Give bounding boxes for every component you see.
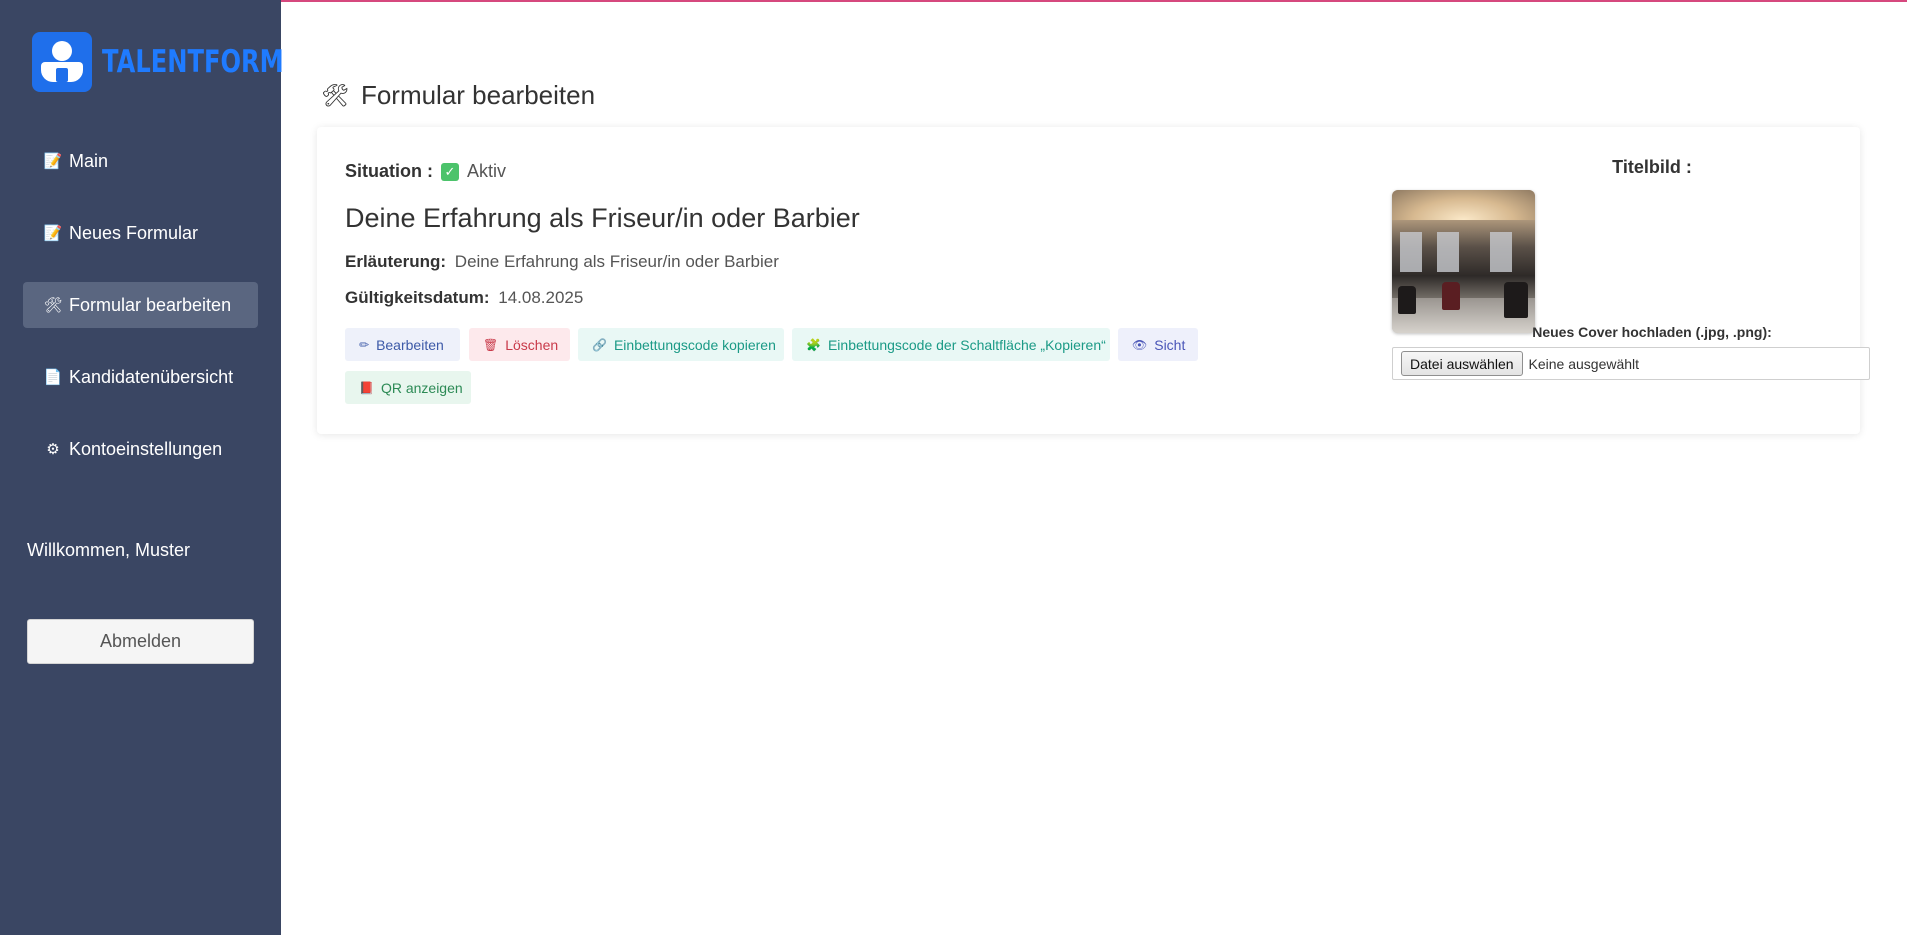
edit-button[interactable]: ✏ Bearbeiten [345,328,460,361]
cover-image [1392,190,1535,333]
sidebar-item-account-settings[interactable]: ⚙ Kontoeinstellungen [23,426,258,472]
page-icon: 📄 [43,369,63,386]
upload-cover-label: Neues Cover hochladen (.jpg, .png): [1532,324,1772,340]
valid-date-row: Gültigkeitsdatum: 14.08.2025 [345,288,583,308]
main-content: 🛠 Formular bearbeiten Situation : ✓ Akti… [281,0,1907,935]
welcome-message: Willkommen, Muster [27,540,191,560]
sidebar: TALENTFORM 📝 Main 📝 Neues Formular 🛠 For… [0,0,284,935]
choose-file-button[interactable]: Datei auswählen [1401,351,1523,376]
sidebar-item-main[interactable]: 📝 Main [23,138,258,184]
copy-button-embed-code-button[interactable]: 🧩 Einbettungscode der Schaltfläche „Kopi… [792,328,1110,361]
page-title-text: Formular bearbeiten [360,80,596,110]
status-label: Situation : [345,161,433,181]
form-title: Deine Erfahrung als Friseur/in oder Barb… [345,203,860,233]
show-qr-button[interactable]: 📕 QR anzeigen [345,371,471,404]
page-title: 🛠 Formular bearbeiten [321,80,595,111]
description-row: Erläuterung: Deine Erfahrung als Friseur… [345,252,779,272]
status-row: Situation : ✓ Aktiv [345,161,506,182]
book-icon: 📕 [359,380,374,395]
sidebar-item-label: Neues Formular [69,222,199,243]
sidebar-item-label: Kandidatenübersicht [69,366,234,387]
logout-button[interactable]: Abmelden [27,619,254,664]
view-button-label: Sicht [1154,336,1186,353]
sidebar-item-new-form[interactable]: 📝 Neues Formular [23,210,258,256]
status-badge: Aktiv [467,161,507,181]
edit-button-label: Bearbeiten [376,336,444,353]
delete-button-label: Löschen [505,336,559,353]
trash-icon: 🗑 [483,337,499,352]
cover-section: Titelbild : Neues Cover hochladen (.jpg,… [1392,157,1872,427]
sidebar-nav: 📝 Main 📝 Neues Formular 🛠 Formular bearb… [23,138,258,498]
puzzle-icon: 🧩 [806,337,821,352]
tools-icon: 🛠 [43,297,63,314]
person-logo-icon [32,32,92,92]
description-value: Deine Erfahrung als Friseur/in oder Barb… [454,252,779,271]
description-label: Erläuterung: [345,252,447,271]
show-qr-label: QR anzeigen [380,379,463,396]
document-icon: 📝 [43,225,63,242]
sidebar-item-label: Kontoeinstellungen [69,438,223,459]
sidebar-item-edit-form[interactable]: 🛠 Formular bearbeiten [23,282,258,328]
valid-date-value: 14.08.2025 [498,288,584,307]
copy-embed-code-button[interactable]: 🔗 Einbettungscode kopieren [578,328,784,361]
document-icon: 📝 [43,153,63,170]
sidebar-item-label: Main [69,150,109,171]
copy-button-embed-code-label: Einbettungscode der Schaltfläche „Kopier… [827,336,1106,353]
delete-button[interactable]: 🗑 Löschen [469,328,570,361]
brand-name: TALENTFORM [102,44,284,80]
cover-file-input[interactable]: Datei auswählen Keine ausgewählt [1392,347,1870,380]
tools-icon: 🛠 [321,82,349,108]
eye-icon: 👁 [1132,337,1148,352]
pencil-icon: ✏ [359,337,370,352]
file-status: Keine ausgewählt [1528,355,1640,372]
form-card: Situation : ✓ Aktiv Deine Erfahrung als … [317,127,1870,434]
cover-label: Titelbild : [1612,157,1692,177]
link-icon: 🔗 [592,337,607,352]
copy-embed-code-label: Einbettungscode kopieren [613,336,776,353]
sidebar-item-candidates[interactable]: 📄 Kandidatenübersicht [23,354,258,400]
checkmark-icon: ✓ [441,162,459,181]
gear-icon: ⚙ [46,441,60,458]
sidebar-item-label: Formular bearbeiten [69,294,232,315]
view-button[interactable]: 👁 Sicht [1118,328,1198,361]
valid-date-label: Gültigkeitsdatum: [345,288,490,307]
